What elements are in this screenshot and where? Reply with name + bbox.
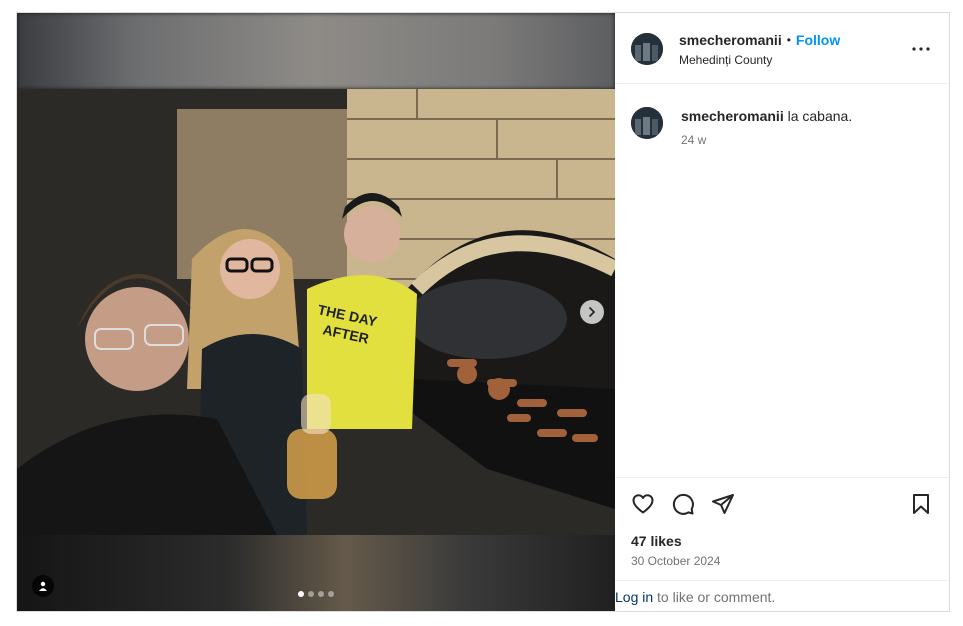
instagram-post: THE DAY AFTER smecheromanii • Follow Meh… [16,12,950,612]
post-caption-area: smecheromanii la cabana. 24 w [615,84,949,477]
bookmark-icon [913,494,929,514]
carousel-dot [308,591,314,597]
share-button[interactable] [711,492,737,518]
carousel-indicator [298,591,334,597]
header-user-line: smecheromanii • Follow [679,32,840,48]
next-image-button[interactable] [580,300,604,324]
media-blur-top [17,13,615,89]
login-link[interactable]: Log in [615,589,653,605]
chevron-right-icon [589,307,595,317]
post-date[interactable]: 30 October 2024 [631,554,720,568]
heart-icon [632,494,654,514]
post-media[interactable]: THE DAY AFTER [17,13,615,611]
carousel-dot-active [298,591,304,597]
share-icon [712,494,734,514]
caption-body: la cabana. [787,108,853,124]
likes-count[interactable]: 47 likes [631,533,682,549]
more-options-icon [912,47,930,51]
follow-button[interactable]: Follow [796,32,840,48]
header-username[interactable]: smecheromanii [679,32,782,48]
user-tag-icon [39,581,47,591]
caption-text: smecheromanii la cabana. [681,108,852,124]
caption-avatar[interactable] [631,107,663,139]
avatar[interactable] [631,33,663,65]
save-button[interactable] [909,492,935,518]
more-options-button[interactable] [911,39,931,59]
carousel-dot [328,591,334,597]
caption-username[interactable]: smecheromanii [681,108,784,124]
post-photo: THE DAY AFTER [17,89,615,535]
separator-dot: • [786,33,791,47]
carousel-dot [318,591,324,597]
caption-time[interactable]: 24 w [681,133,706,147]
login-prompt-text: to like or comment. [657,589,776,605]
like-button[interactable] [631,492,657,518]
login-prompt: Log in to like or comment. [615,580,949,611]
comment-icon [672,493,694,515]
post-side-panel: smecheromanii • Follow Mehedinți County [615,13,949,611]
post-location[interactable]: Mehedinți County [679,53,772,67]
post-header: smecheromanii • Follow Mehedinți County [615,13,949,84]
comment-button[interactable] [671,492,697,518]
post-actions [615,477,949,529]
media-blur-bottom [17,535,615,611]
user-tag-button[interactable] [32,575,54,597]
